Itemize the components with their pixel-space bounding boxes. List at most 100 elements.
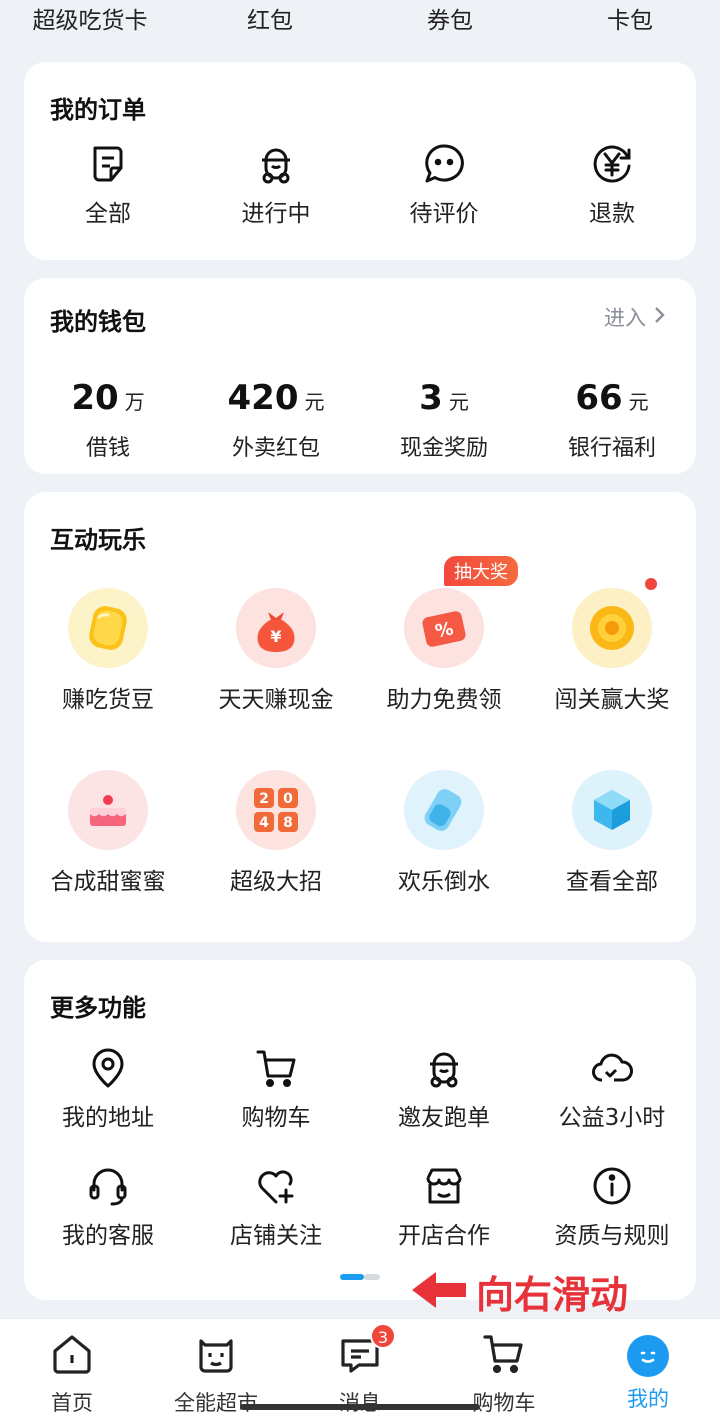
- my-wallet-title: 我的钱包: [50, 308, 146, 336]
- tile-digit: 8: [283, 815, 293, 831]
- wallet-unit: 元: [448, 390, 469, 414]
- info-icon: [590, 1164, 634, 1208]
- 2048-icon: 2 0 4 8: [236, 770, 316, 850]
- function-label: 资质与规则: [554, 1223, 670, 1249]
- my-wallet-card: 我的钱包 进入 20 万 借钱 420 元 外卖红包 3元 现金奖励 66 元 银行福…: [24, 278, 696, 474]
- chevron-right-icon: [654, 305, 666, 329]
- message-count-badge: 3: [370, 1323, 396, 1349]
- arrow-left-icon: [410, 1270, 468, 1314]
- bottom-navigation: 首页 全能超市 3 消息 购物车 我的: [0, 1318, 720, 1417]
- profile-icon: [627, 1335, 669, 1377]
- wallet-bank-benefit-item[interactable]: 66 元 银行福利: [528, 378, 696, 462]
- rider-icon: [422, 1046, 466, 1090]
- cloud-heart-icon: [590, 1046, 634, 1090]
- function-label: 我的客服: [62, 1223, 154, 1249]
- help-free-claim-button[interactable]: % 助力免费领: [360, 588, 528, 714]
- money-bag-icon: ¥: [236, 588, 316, 668]
- tile-digit: 4: [259, 815, 269, 831]
- wallet-amount: 420: [227, 378, 299, 418]
- order-in-progress-button[interactable]: 进行中: [192, 142, 360, 228]
- interactive-fun-card: 互动玩乐 抽大奖 赚吃货豆 ¥ 天天赚现金 % 助力免费领 闯关赢大奖 合成甜蜜…: [24, 492, 696, 942]
- game-label: 超级大招: [230, 869, 322, 895]
- card-pack-link[interactable]: 卡包: [540, 0, 720, 50]
- headset-icon: [86, 1164, 130, 1208]
- coupon-pack-link[interactable]: 券包: [360, 0, 540, 50]
- store-icon: [422, 1164, 466, 1208]
- game-label: 查看全部: [566, 869, 658, 895]
- nav-cart[interactable]: 购物车: [432, 1319, 576, 1417]
- location-icon: [86, 1046, 130, 1090]
- super-foodie-card-link[interactable]: 超级吃货卡: [0, 0, 180, 50]
- wallet-enter-link[interactable]: 进入: [604, 302, 666, 332]
- wallet-amount: 66: [575, 378, 623, 418]
- nav-messages[interactable]: 3 消息: [288, 1319, 432, 1417]
- nav-profile[interactable]: 我的: [576, 1319, 720, 1417]
- game-label: 助力免费领: [386, 687, 502, 713]
- wallet-unit: 元: [628, 390, 649, 414]
- game-label: 天天赚现金: [218, 687, 334, 713]
- followed-stores-button[interactable]: 店铺关注: [192, 1164, 360, 1250]
- refund-yen-icon: [590, 142, 634, 186]
- view-all-games-button[interactable]: 查看全部: [528, 770, 696, 896]
- wallet-amount: 3: [419, 378, 443, 418]
- page-dot-active: [340, 1274, 364, 1280]
- tile-digit: 0: [283, 791, 293, 807]
- order-refund-button[interactable]: 退款: [528, 142, 696, 228]
- game-label: 赚吃货豆: [62, 687, 154, 713]
- lucky-draw-tag: 抽大奖: [444, 556, 518, 586]
- order-to-review-label: 待评价: [409, 201, 479, 227]
- swipe-right-hint: 向右滑动: [410, 1264, 628, 1319]
- open-store-cooperation-button[interactable]: 开店合作: [360, 1164, 528, 1250]
- my-orders-card: 我的订单 全部 进行中 待评价 退款: [24, 62, 696, 260]
- qualifications-rules-button[interactable]: 资质与规则: [528, 1164, 696, 1250]
- page-indicator: [340, 1274, 380, 1280]
- my-orders-title: 我的订单: [50, 96, 146, 124]
- my-address-button[interactable]: 我的地址: [24, 1046, 192, 1132]
- nav-label: 我的: [627, 1387, 669, 1411]
- pour-water-button[interactable]: 欢乐倒水: [360, 770, 528, 896]
- red-packet-link[interactable]: 红包: [180, 0, 360, 50]
- nav-label: 全能超市: [174, 1391, 258, 1415]
- nav-label: 首页: [51, 1391, 93, 1415]
- interactive-fun-title: 互动玩乐: [50, 526, 146, 554]
- wallet-delivery-redpacket-item[interactable]: 420 元 外卖红包: [192, 378, 360, 462]
- merge-sweets-button[interactable]: 合成甜蜜蜜: [24, 770, 192, 896]
- invite-rider-button[interactable]: 邀友跑单: [360, 1046, 528, 1132]
- wallet-label: 银行福利: [567, 436, 656, 461]
- cart-icon: [481, 1331, 527, 1381]
- svg-text:¥: ¥: [270, 627, 281, 646]
- rider-icon: [254, 142, 298, 186]
- swipe-right-text: 向右滑动: [476, 1273, 629, 1317]
- game-label: 欢乐倒水: [398, 869, 490, 895]
- order-all-label: 全部: [85, 201, 131, 227]
- daily-cash-button[interactable]: ¥ 天天赚现金: [192, 588, 360, 714]
- bean-icon: [68, 588, 148, 668]
- earn-beans-button[interactable]: 赚吃货豆: [24, 588, 192, 714]
- nav-label: 购物车: [472, 1391, 536, 1415]
- home-indicator: [240, 1404, 480, 1410]
- cart-icon: [254, 1046, 298, 1090]
- wallet-label: 外卖红包: [231, 436, 320, 461]
- order-all-button[interactable]: 全部: [24, 142, 192, 228]
- wallet-unit: 元: [304, 390, 325, 414]
- charity-3-hours-button[interactable]: 公益3小时: [528, 1046, 696, 1132]
- super-move-button[interactable]: 2 0 4 8 超级大招: [192, 770, 360, 896]
- heart-plus-icon: [254, 1164, 298, 1208]
- more-functions-card: 更多功能 我的地址 购物车 邀友跑单 公益3小时 我的客服 店铺关注 开店合作 …: [24, 960, 696, 1300]
- coin-target-icon: [572, 588, 652, 668]
- function-label: 公益3小时: [558, 1105, 666, 1131]
- comment-icon: [422, 142, 466, 186]
- customer-service-button[interactable]: 我的客服: [24, 1164, 192, 1250]
- nav-home[interactable]: 首页: [0, 1319, 144, 1417]
- game-label: 闯关赢大奖: [554, 687, 670, 713]
- order-in-progress-label: 进行中: [241, 201, 311, 227]
- order-to-review-button[interactable]: 待评价: [360, 142, 528, 228]
- level-win-prize-button[interactable]: 闯关赢大奖: [528, 588, 696, 714]
- nav-supermarket[interactable]: 全能超市: [144, 1319, 288, 1417]
- function-label: 我的地址: [62, 1105, 154, 1131]
- shopping-cart-button[interactable]: 购物车: [192, 1046, 360, 1132]
- more-functions-title: 更多功能: [50, 994, 146, 1022]
- wallet-cash-reward-item[interactable]: 3元 现金奖励: [360, 378, 528, 462]
- wallet-label: 借钱: [85, 436, 130, 461]
- wallet-loan-item[interactable]: 20 万 借钱: [24, 378, 192, 462]
